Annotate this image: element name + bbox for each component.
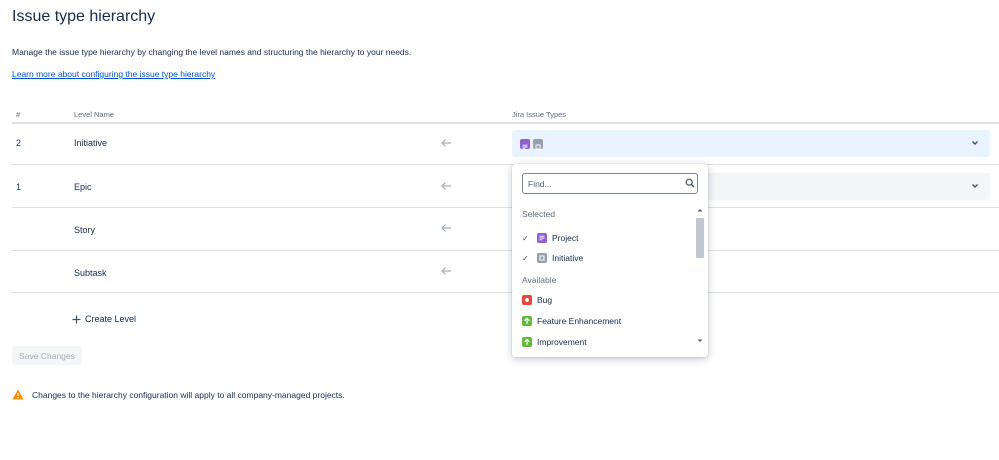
check-icon: ✓ [522,233,529,243]
project-icon [537,233,547,243]
option-improvement[interactable]: Improvement [522,334,587,350]
row-level-name: Initiative [74,138,108,148]
column-header-number: # [16,110,21,119]
option-initiative[interactable]: ✓ Initiative [522,250,583,266]
option-label: Improvement [537,337,587,347]
option-bug[interactable]: Bug [522,292,552,308]
row-level-name: Story [74,225,96,235]
feature-enhancement-icon [522,316,532,326]
row-level-name: Subtask [74,268,107,278]
page-description: Manage the issue type hierarchy by chang… [12,47,412,57]
option-label: Initiative [552,253,584,263]
row-level-number: 2 [16,138,22,148]
arrow-left-icon [441,139,451,147]
warning-icon [12,389,24,400]
scroll-up-arrow-icon[interactable] [696,207,704,213]
scroll-down-arrow-icon[interactable] [696,338,704,344]
row-level-number: 1 [16,182,22,192]
chevron-down-icon[interactable] [970,182,980,190]
row-divider [12,164,999,165]
row-level-name: Epic [74,182,92,192]
header-divider [12,122,999,124]
improvement-icon [522,337,532,347]
hierarchy-warning: Changes to the hierarchy configuration w… [12,389,345,400]
project-icon [520,139,530,150]
issue-types-select-initiative[interactable] [512,130,990,157]
page-title: Issue type hierarchy [12,8,156,25]
dropdown-scrollbar[interactable] [695,205,705,347]
available-group-label: Available [522,275,557,285]
initiative-icon [533,139,543,150]
selected-issue-type-icons [520,139,543,150]
arrow-left-icon [441,182,451,190]
create-level-button[interactable]: Create Level [72,314,136,324]
option-label: Project [552,233,579,243]
create-level-label: Create Level [85,314,137,324]
dropdown-options-list: Selected ✓ Project ✓ Initiative Availabl… [512,204,694,350]
scrollbar-thumb[interactable] [696,218,704,258]
column-header-level-name: Level Name [74,110,115,119]
arrow-left-icon [441,267,451,275]
learn-more-link[interactable]: Learn more about configuring the issue t… [12,69,215,79]
plus-icon [72,315,81,323]
row-divider [12,292,999,293]
warning-text: Changes to the hierarchy configuration w… [32,389,345,400]
selected-group-label: Selected [522,209,556,219]
search-icon [685,178,695,188]
arrow-left-icon [441,224,451,232]
column-header-issue-types: Jira Issue Types [512,110,567,119]
initiative-icon [537,253,547,263]
save-changes-button[interactable]: Save Changes [12,346,82,365]
bug-icon [522,295,532,305]
option-label: Feature Enhancement [537,316,622,326]
issue-types-dropdown: Selected ✓ Project ✓ Initiative Availabl… [512,164,708,357]
chevron-down-icon[interactable] [970,139,980,147]
row-divider [12,207,999,208]
row-divider [12,250,999,251]
find-input[interactable] [522,173,698,194]
option-label: Bug [537,295,553,305]
option-project[interactable]: ✓ Project [522,230,578,246]
check-icon: ✓ [522,253,529,263]
option-feature-enhancement[interactable]: Feature Enhancement [522,313,621,329]
